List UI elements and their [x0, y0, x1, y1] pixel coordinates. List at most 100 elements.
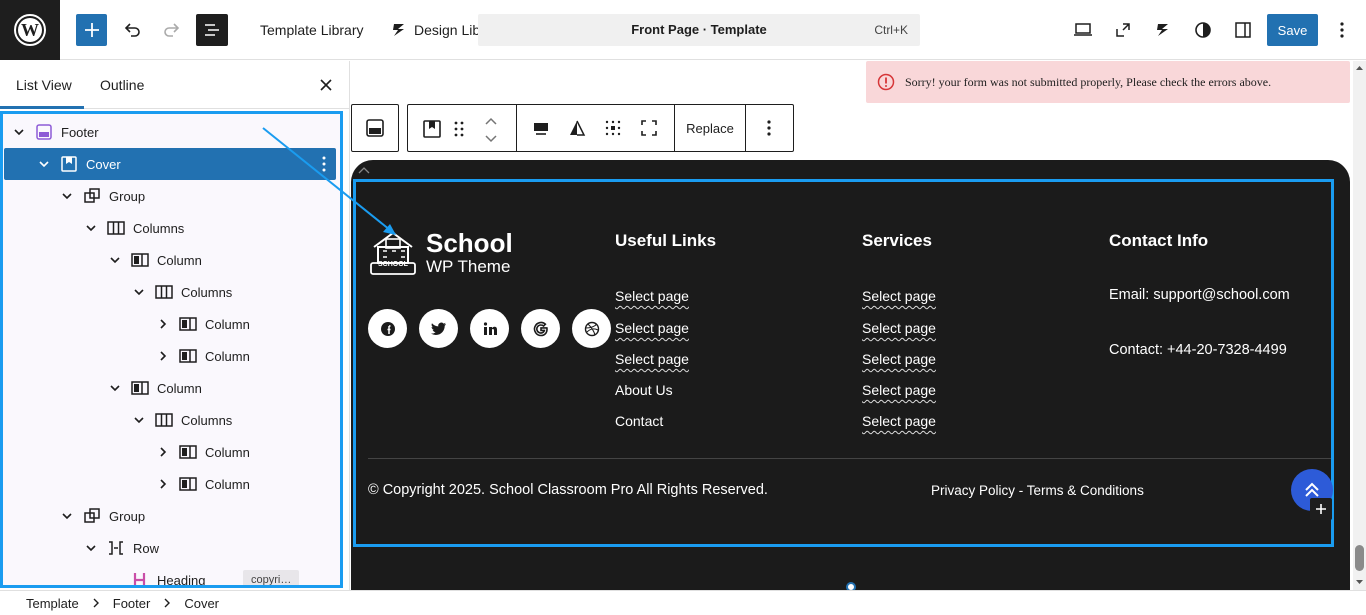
breadcrumb-item[interactable]: Footer [113, 596, 151, 611]
columns-icon [107, 219, 125, 237]
spectra-button[interactable] [1150, 14, 1176, 46]
save-button[interactable]: Save [1267, 14, 1318, 46]
legal-links[interactable]: Privacy Policy - Terms & Conditions [931, 483, 1144, 498]
contact-email: Email: support@school.com [1109, 287, 1290, 303]
replace-button[interactable]: Replace [675, 105, 745, 151]
chevron-right-icon[interactable] [158, 319, 168, 329]
item-options-button[interactable] [322, 156, 326, 175]
chevron-down-icon[interactable] [86, 543, 96, 553]
tab-outline[interactable]: Outline [100, 61, 144, 109]
list-view-item-row[interactable]: Row [3, 532, 340, 564]
select-parent-button[interactable] [365, 118, 385, 143]
services-heading: Services [862, 231, 932, 250]
list-view-item-heading[interactable]: Heading copyri… [3, 564, 340, 588]
list-view-item-group[interactable]: Group [3, 500, 340, 532]
chevron-right-icon[interactable] [158, 479, 168, 489]
list-view-item-label: Heading [157, 572, 206, 588]
chevron-down-icon[interactable] [110, 383, 120, 393]
chevron-down-icon [485, 135, 497, 143]
chevron-right-icon[interactable] [158, 351, 168, 361]
block-breadcrumb: Template Footer Cover [0, 590, 1366, 615]
group-icon [83, 507, 101, 525]
list-view-item-column[interactable]: Column [3, 468, 340, 500]
useful-link[interactable]: Select page [615, 320, 689, 336]
options-menu-button[interactable] [1330, 14, 1354, 46]
list-view-item-columns[interactable]: Columns [3, 276, 340, 308]
fullscreen-button[interactable] [1110, 14, 1136, 46]
wordpress-logo-icon[interactable]: W [0, 0, 60, 60]
service-link[interactable]: Select page [862, 413, 936, 429]
drag-handle[interactable] [454, 121, 464, 142]
drag-handle-icon [454, 121, 464, 137]
dribbble-button[interactable] [572, 309, 611, 348]
undo-button[interactable] [118, 14, 146, 46]
list-view-item-footer[interactable]: Footer [3, 116, 340, 148]
content-position-button[interactable] [604, 119, 622, 142]
block-inserter-button[interactable] [1310, 498, 1332, 520]
list-view-item-label: Columns [133, 220, 185, 236]
chevron-down-icon[interactable] [39, 159, 49, 169]
move-up-button[interactable] [484, 113, 498, 131]
plus-icon [84, 23, 99, 37]
align-button[interactable] [532, 119, 550, 142]
chevron-down-icon[interactable] [14, 127, 24, 137]
chevron-down-icon[interactable] [62, 511, 72, 521]
chevron-down-icon[interactable] [110, 255, 120, 265]
styles-button[interactable] [1190, 14, 1216, 46]
tab-outline-label: Outline [100, 77, 145, 93]
tab-list-view[interactable]: List View [16, 61, 72, 109]
command-palette-bar[interactable]: Front Page · Template Ctrl+K [478, 14, 920, 46]
resize-handle[interactable] [846, 582, 856, 590]
breadcrumb-item[interactable]: Cover [184, 596, 219, 611]
duotone-button[interactable] [568, 119, 586, 142]
list-view-item-cover[interactable]: Cover [4, 148, 336, 180]
settings-sidebar-button[interactable] [1230, 14, 1256, 46]
useful-link[interactable]: Select page [615, 351, 689, 367]
list-view-item-column[interactable]: Column [3, 244, 340, 276]
move-down-button[interactable] [484, 131, 498, 149]
list-view-item-column[interactable]: Column [3, 436, 340, 468]
chevron-right-icon[interactable] [158, 447, 168, 457]
block-type-button[interactable] [422, 119, 442, 144]
list-view-item-column[interactable]: Column [3, 308, 340, 340]
list-view-item-columns[interactable]: Columns [3, 212, 340, 244]
list-view-item-label: Column [157, 380, 202, 396]
service-link[interactable]: Select page [862, 288, 936, 304]
block-options-button[interactable] [767, 120, 771, 141]
list-view-item-columns[interactable]: Columns [3, 404, 340, 436]
useful-link-contact[interactable]: Contact [615, 413, 663, 429]
sidebar-tabs: List View Outline [0, 61, 350, 109]
linkedin-button[interactable] [470, 309, 509, 348]
list-view-item-column[interactable]: Column [3, 340, 340, 372]
close-sidebar-button[interactable] [316, 61, 336, 109]
google-button[interactable] [521, 309, 560, 348]
document-overview-button[interactable] [196, 14, 228, 46]
useful-link-about[interactable]: About Us [615, 382, 673, 398]
full-height-button[interactable] [640, 119, 658, 142]
logo-subtitle: WP Theme [426, 257, 511, 276]
facebook-button[interactable] [368, 309, 407, 348]
canvas-scrollbar[interactable] [1353, 61, 1366, 590]
chevron-down-icon[interactable] [134, 287, 144, 297]
service-link[interactable]: Select page [862, 351, 936, 367]
add-block-button[interactable] [76, 14, 107, 46]
chevron-down-icon[interactable] [134, 415, 144, 425]
twitter-button[interactable] [419, 309, 458, 348]
scrollbar-thumb[interactable] [1355, 545, 1364, 571]
list-view-item-column[interactable]: Column [3, 372, 340, 404]
service-link[interactable]: Select page [862, 320, 936, 336]
template-library-button[interactable]: Template Library [260, 14, 364, 46]
breadcrumb-item[interactable]: Template [26, 596, 79, 611]
redo-button[interactable] [158, 14, 186, 46]
list-view-item-label: Footer [61, 124, 99, 140]
preview-device-button[interactable] [1070, 14, 1096, 46]
block-toolbar: Replace [407, 104, 794, 152]
toolbar-separator [745, 105, 746, 151]
chevron-down-icon[interactable] [62, 191, 72, 201]
useful-link[interactable]: Select page [615, 288, 689, 304]
list-view-item-group[interactable]: Group [3, 180, 340, 212]
chevron-down-icon[interactable] [86, 223, 96, 233]
align-full-icon [534, 123, 548, 135]
service-link[interactable]: Select page [862, 382, 936, 398]
list-view-item-label: Group [109, 188, 146, 204]
